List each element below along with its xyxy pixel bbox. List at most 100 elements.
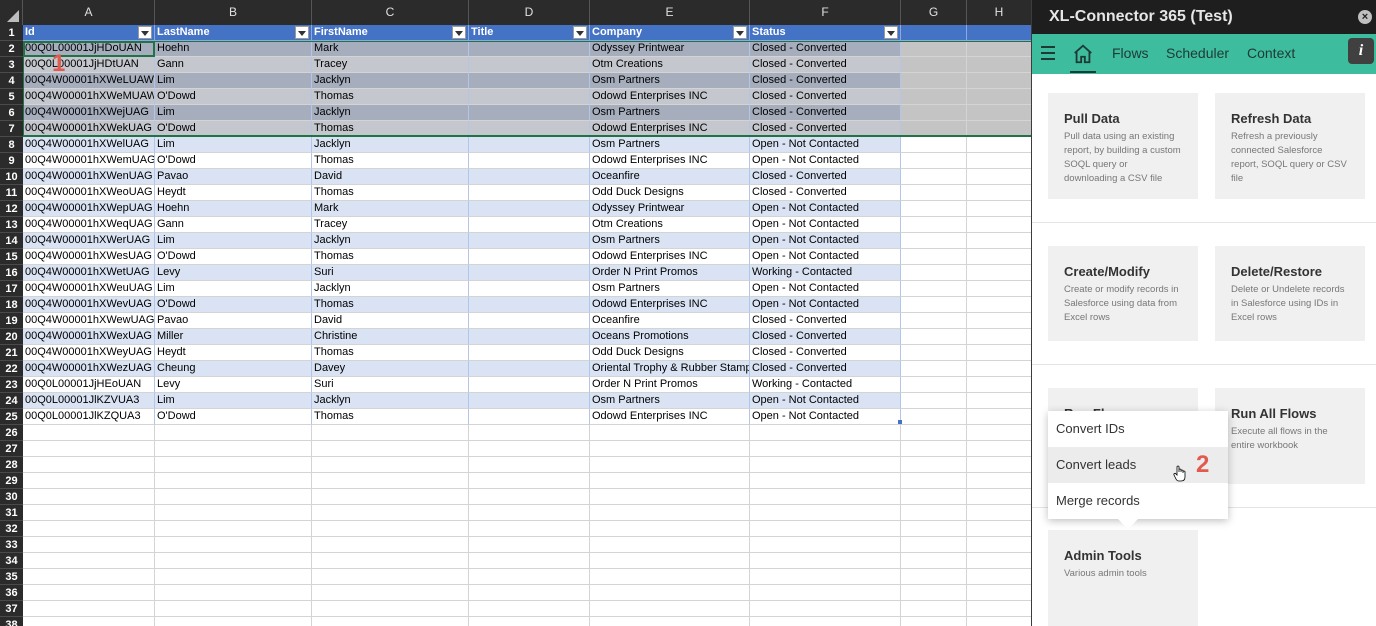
- row-header[interactable]: 25: [0, 409, 23, 425]
- empty-cell[interactable]: [967, 585, 1031, 601]
- data-cell[interactable]: Heydt: [155, 185, 312, 201]
- empty-cell[interactable]: [901, 153, 967, 169]
- data-cell[interactable]: Gann: [155, 57, 312, 73]
- data-cell[interactable]: Closed - Converted: [750, 121, 901, 137]
- spreadsheet[interactable]: ABCDEFGH 1 2 3 4 5 6 7 8 9 10 11 12 13 14 15 16 17 18 19 20…: [0, 0, 1032, 626]
- data-cell[interactable]: O'Dowd: [155, 153, 312, 169]
- empty-cell[interactable]: [750, 489, 901, 505]
- data-cell[interactable]: Suri: [312, 377, 469, 393]
- empty-cell[interactable]: [901, 409, 967, 425]
- empty-cell[interactable]: [590, 585, 750, 601]
- data-cell[interactable]: Odowd Enterprises INC: [590, 297, 750, 313]
- empty-cell[interactable]: [155, 425, 312, 441]
- empty-cell[interactable]: [750, 521, 901, 537]
- data-cell[interactable]: 00Q4W00001hXWemUAG: [23, 153, 155, 169]
- pull-data-card[interactable]: Pull Data Pull data using an existing re…: [1048, 93, 1198, 199]
- data-cell[interactable]: [469, 217, 590, 233]
- data-cell[interactable]: 00Q0L00001JjHEoUAN: [23, 377, 155, 393]
- empty-cell[interactable]: [155, 457, 312, 473]
- empty-cell[interactable]: [23, 553, 155, 569]
- column-title-cell[interactable]: FirstName: [312, 25, 469, 41]
- data-cell[interactable]: 00Q4W00001hXWenUAG: [23, 169, 155, 185]
- empty-cell[interactable]: [901, 89, 967, 105]
- data-cell[interactable]: [469, 393, 590, 409]
- empty-cell[interactable]: [901, 329, 967, 345]
- tab-scheduler[interactable]: Scheduler: [1166, 45, 1229, 61]
- row-header[interactable]: 29: [0, 473, 23, 489]
- data-cell[interactable]: Mark: [312, 41, 469, 57]
- data-cell[interactable]: [469, 361, 590, 377]
- tab-context[interactable]: Context: [1247, 45, 1295, 61]
- data-cell[interactable]: Closed - Converted: [750, 345, 901, 361]
- empty-cell[interactable]: [901, 569, 967, 585]
- data-cell[interactable]: David: [312, 169, 469, 185]
- empty-cell[interactable]: [967, 377, 1031, 393]
- empty-cell[interactable]: [155, 505, 312, 521]
- empty-cell[interactable]: [901, 137, 967, 153]
- data-cell[interactable]: O'Dowd: [155, 121, 312, 137]
- empty-cell[interactable]: [901, 233, 967, 249]
- empty-cell[interactable]: [23, 601, 155, 617]
- data-cell[interactable]: 00Q4W00001hXWevUAG: [23, 297, 155, 313]
- data-cell[interactable]: 00Q0L00001JlKZVUA3: [23, 393, 155, 409]
- data-cell[interactable]: Open - Not Contacted: [750, 233, 901, 249]
- home-icon[interactable]: [1072, 43, 1094, 65]
- empty-cell[interactable]: [469, 457, 590, 473]
- empty-cell[interactable]: [590, 617, 750, 626]
- column-title-cell[interactable]: Title: [469, 25, 590, 41]
- data-cell[interactable]: O'Dowd: [155, 89, 312, 105]
- empty-cell[interactable]: [901, 425, 967, 441]
- data-cell[interactable]: [469, 201, 590, 217]
- empty-cell[interactable]: [901, 553, 967, 569]
- filter-dropdown-icon[interactable]: [452, 26, 466, 39]
- data-cell[interactable]: Open - Not Contacted: [750, 201, 901, 217]
- data-cell[interactable]: Closed - Converted: [750, 105, 901, 121]
- empty-cell[interactable]: [967, 617, 1031, 626]
- data-cell[interactable]: Open - Not Contacted: [750, 249, 901, 265]
- data-cell[interactable]: Closed - Converted: [750, 73, 901, 89]
- row-header[interactable]: 11: [0, 185, 23, 201]
- data-cell[interactable]: 00Q4W00001hXWeyUAG: [23, 345, 155, 361]
- close-icon[interactable]: ×: [1358, 10, 1372, 24]
- data-cell[interactable]: Jacklyn: [312, 393, 469, 409]
- empty-cell[interactable]: [901, 265, 967, 281]
- empty-cell[interactable]: [901, 73, 967, 89]
- data-cell[interactable]: Oceans Promotions: [590, 329, 750, 345]
- data-cell[interactable]: Open - Not Contacted: [750, 137, 901, 153]
- empty-cell[interactable]: [590, 473, 750, 489]
- empty-cell[interactable]: [967, 553, 1031, 569]
- row-header[interactable]: 9: [0, 153, 23, 169]
- empty-cell[interactable]: [155, 569, 312, 585]
- empty-cell[interactable]: [967, 281, 1031, 297]
- column-header[interactable]: F: [750, 0, 901, 25]
- empty-cell[interactable]: [750, 569, 901, 585]
- data-cell[interactable]: [469, 121, 590, 137]
- data-cell[interactable]: 00Q4W00001hXWezUAG: [23, 361, 155, 377]
- data-cell[interactable]: Open - Not Contacted: [750, 217, 901, 233]
- data-cell[interactable]: Odd Duck Designs: [590, 185, 750, 201]
- data-cell[interactable]: Osm Partners: [590, 105, 750, 121]
- row-header[interactable]: 7: [0, 121, 23, 137]
- row-header[interactable]: 18: [0, 297, 23, 313]
- empty-cell[interactable]: [155, 617, 312, 626]
- empty-cell[interactable]: [901, 105, 967, 121]
- data-cell[interactable]: 00Q4W00001hXWeLUAW: [23, 73, 155, 89]
- data-cell[interactable]: Thomas: [312, 121, 469, 137]
- empty-cell[interactable]: [967, 329, 1031, 345]
- empty-cell[interactable]: [590, 505, 750, 521]
- data-cell[interactable]: Working - Contacted: [750, 377, 901, 393]
- refresh-data-card[interactable]: Refresh Data Refresh a previously connec…: [1215, 93, 1365, 199]
- data-cell[interactable]: [469, 57, 590, 73]
- data-cell[interactable]: 00Q4W00001hXWewUAG: [23, 313, 155, 329]
- empty-cell[interactable]: [469, 489, 590, 505]
- empty-cell[interactable]: [967, 457, 1031, 473]
- data-cell[interactable]: Christine: [312, 329, 469, 345]
- empty-cell[interactable]: [967, 201, 1031, 217]
- info-icon[interactable]: i: [1348, 38, 1374, 64]
- empty-cell[interactable]: [901, 617, 967, 626]
- empty-cell[interactable]: [590, 521, 750, 537]
- data-cell[interactable]: [469, 265, 590, 281]
- data-cell[interactable]: Pavao: [155, 313, 312, 329]
- admin-tools-card[interactable]: Admin Tools Various admin tools: [1048, 530, 1198, 626]
- empty-cell[interactable]: [967, 169, 1031, 185]
